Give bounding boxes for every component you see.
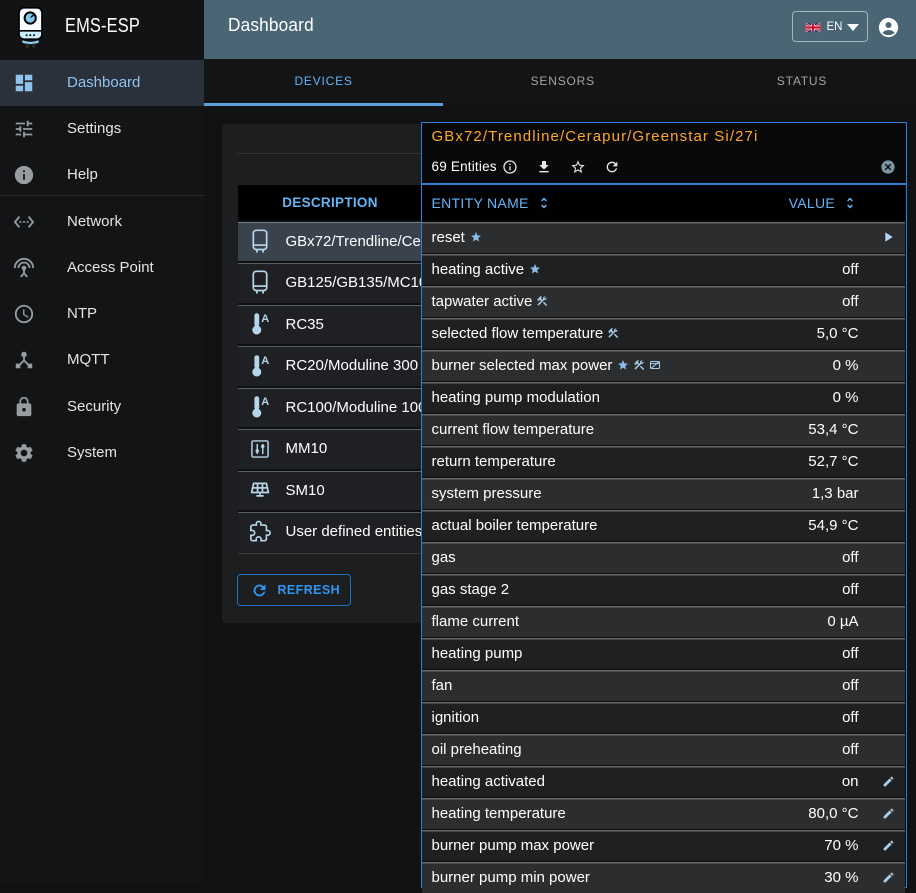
svg-text:A: A <box>261 355 269 367</box>
svg-text:A: A <box>261 396 269 408</box>
svg-text:A: A <box>261 313 269 325</box>
